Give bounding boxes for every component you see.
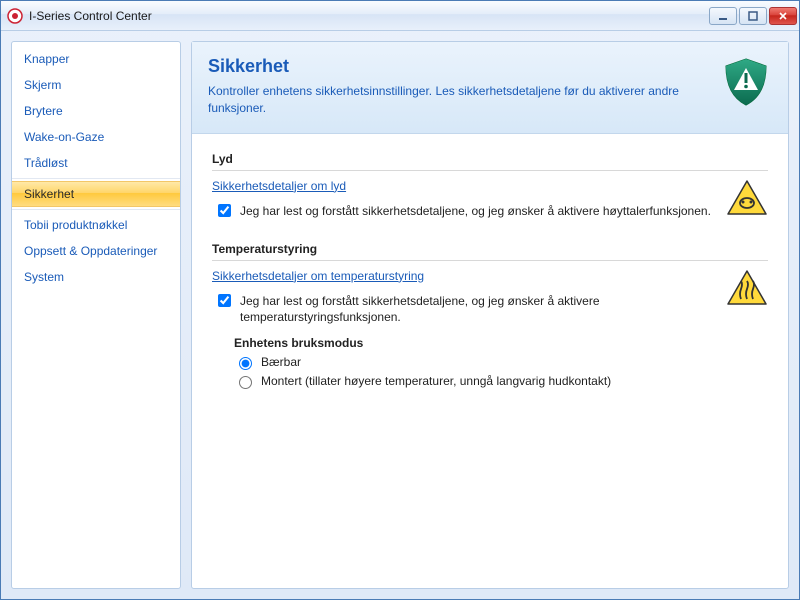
sidebar-item-produktnokkel[interactable]: Tobii produktnøkkel — [12, 212, 180, 238]
temperature-ack-label: Jeg har lest og forstått sikkerhetsdetal… — [240, 293, 716, 327]
sound-details-link[interactable]: Sikkerhetsdetaljer om lyd — [212, 179, 346, 193]
app-icon — [7, 8, 23, 24]
main-panel: Sikkerhet Kontroller enhetens sikkerhets… — [191, 41, 789, 589]
sidebar: Knapper Skjerm Brytere Wake-on-Gaze Tråd… — [11, 41, 181, 589]
mode-mounted-label: Montert (tillater høyere temperaturer, u… — [261, 374, 611, 388]
page-title: Sikkerhet — [208, 56, 708, 77]
heat-warning-icon — [726, 269, 768, 307]
content-area: Knapper Skjerm Brytere Wake-on-Gaze Tråd… — [1, 31, 799, 599]
page-description: Kontroller enhetens sikkerhetsinnstillin… — [208, 83, 708, 117]
sound-ack-label: Jeg har lest og forstått sikkerhetsdetal… — [240, 203, 711, 220]
page-header: Sikkerhet Kontroller enhetens sikkerhets… — [192, 42, 788, 134]
temperature-details-link[interactable]: Sikkerhetsdetaljer om temperaturstyring — [212, 269, 424, 283]
section-temperature-title: Temperaturstyring — [212, 242, 768, 261]
mode-portable-label: Bærbar — [261, 355, 301, 369]
app-window: I-Series Control Center Knapper Skjerm B… — [0, 0, 800, 600]
window-buttons — [709, 7, 797, 25]
section-sound: Lyd Sikkerhetsdetaljer om lyd Jeg har le… — [212, 152, 768, 220]
body-panel: Lyd Sikkerhetsdetaljer om lyd Jeg har le… — [192, 134, 788, 433]
close-button[interactable] — [769, 7, 797, 25]
minimize-button[interactable] — [709, 7, 737, 25]
maximize-button[interactable] — [739, 7, 767, 25]
safety-shield-icon — [720, 56, 772, 108]
sidebar-item-brytere[interactable]: Brytere — [12, 98, 180, 124]
section-temperature: Temperaturstyring Sikkerhetsdetaljer om … — [212, 242, 768, 393]
sidebar-item-oppsett[interactable]: Oppsett & Oppdateringer — [12, 238, 180, 264]
titlebar[interactable]: I-Series Control Center — [1, 1, 799, 31]
sound-ack-checkbox[interactable] — [218, 204, 231, 217]
sidebar-item-sikkerhet[interactable]: Sikkerhet — [12, 181, 180, 207]
sidebar-item-knapper[interactable]: Knapper — [12, 46, 180, 72]
sidebar-divider — [12, 178, 180, 179]
window-title: I-Series Control Center — [29, 9, 709, 23]
sound-warning-icon — [726, 179, 768, 217]
usage-mode-title: Enhetens bruksmodus — [234, 336, 716, 350]
mode-portable-radio[interactable] — [239, 357, 252, 370]
sidebar-item-system[interactable]: System — [12, 264, 180, 290]
section-sound-title: Lyd — [212, 152, 768, 171]
sidebar-item-skjerm[interactable]: Skjerm — [12, 72, 180, 98]
usage-mode-group: Bærbar Montert (tillater høyere temperat… — [234, 354, 716, 389]
sidebar-divider — [12, 209, 180, 210]
mode-mounted-radio[interactable] — [239, 376, 252, 389]
sidebar-item-tradlost[interactable]: Trådløst — [12, 150, 180, 176]
temperature-ack-checkbox[interactable] — [218, 294, 231, 307]
sidebar-item-wake-on-gaze[interactable]: Wake-on-Gaze — [12, 124, 180, 150]
